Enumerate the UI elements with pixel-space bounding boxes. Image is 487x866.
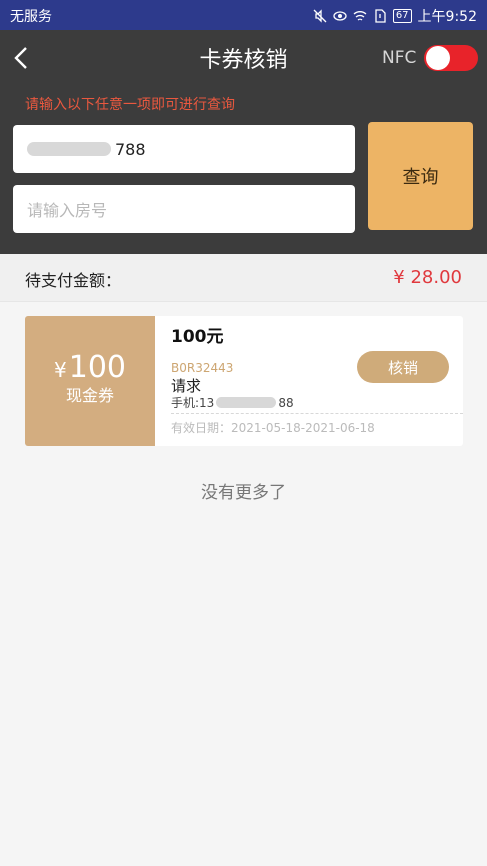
phone-input[interactable]: 788 xyxy=(13,125,355,173)
room-input[interactable]: 请输入房号 xyxy=(13,185,355,233)
payment-row: 待支付金额： ¥ 28.00 xyxy=(0,254,487,302)
room-input-placeholder: 请输入房号 xyxy=(27,201,108,220)
coupon-phone: 手机: 13 88 xyxy=(171,395,294,411)
verify-button[interactable]: 核销 xyxy=(357,351,449,383)
phone-input-value: 788 xyxy=(115,139,146,159)
status-icons: 67 上午9:52 xyxy=(313,6,477,26)
redacted-text xyxy=(27,142,111,156)
coupon-details: 100元 B0R32443 请求 手机: 13 88 有效日期：2021-05-… xyxy=(155,316,463,446)
clock: 上午9:52 xyxy=(417,9,477,25)
payment-label: 待支付金额： xyxy=(25,271,122,290)
status-bar: 无服务 67 上午9:52 xyxy=(0,0,487,30)
header-panel: 卡券核销 NFC 请输入以下任意一项即可进行查询 788 请输入房号 查询 xyxy=(0,30,487,254)
no-more-text: 没有更多了 xyxy=(201,483,286,503)
coupon-title: 100元 xyxy=(171,327,224,347)
payment-amount: ¥ 28.00 xyxy=(393,267,462,288)
wifi-icon xyxy=(353,11,367,21)
coupon-card: ¥100 现金券 100元 B0R32443 请求 手机: 13 88 有效日期… xyxy=(25,316,463,446)
coupon-holder-name: 请求 xyxy=(171,377,202,395)
eye-icon xyxy=(333,11,347,21)
chevron-left-icon[interactable] xyxy=(10,43,34,73)
carrier-label: 无服务 xyxy=(10,9,52,25)
coupon-value: ¥100 xyxy=(54,350,126,385)
mute-icon xyxy=(313,9,327,23)
battery-icon: 67 xyxy=(392,9,412,23)
query-button[interactable]: 查询 xyxy=(368,122,473,230)
dashed-divider xyxy=(171,413,463,414)
nfc-toggle[interactable] xyxy=(424,45,478,71)
coupon-type: 现金券 xyxy=(65,386,114,405)
toggle-knob xyxy=(426,46,450,70)
coupon-validity: 有效日期：2021-05-18-2021-06-18 xyxy=(171,421,375,435)
nfc-label: NFC xyxy=(382,48,417,68)
query-hint: 请输入以下任意一项即可进行查询 xyxy=(25,97,235,113)
coupon-code: B0R32443 xyxy=(171,361,234,375)
redacted-text xyxy=(216,397,277,408)
coupon-value-panel: ¥100 现金券 xyxy=(25,316,155,446)
sim-icon xyxy=(375,9,386,23)
